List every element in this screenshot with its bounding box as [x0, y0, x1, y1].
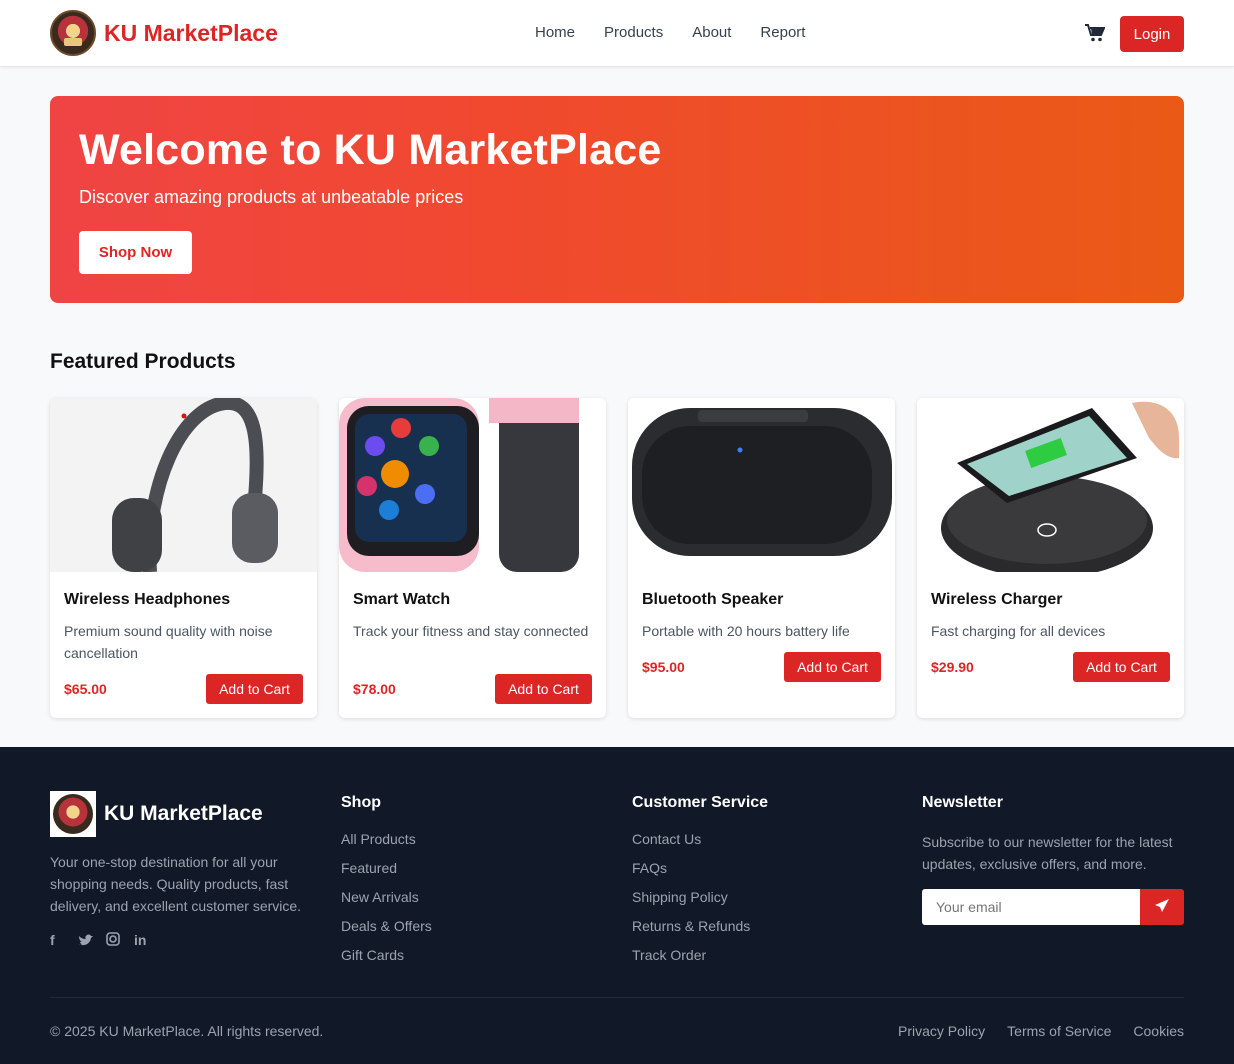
footer-link-new-arrivals[interactable]: New Arrivals: [341, 889, 432, 918]
copyright: © 2025 KU MarketPlace. All rights reserv…: [50, 1023, 324, 1039]
product-card-speaker[interactable]: Bluetooth Speaker Portable with 20 hours…: [628, 398, 895, 718]
footer-link-featured[interactable]: Featured: [341, 860, 432, 889]
brand-name: KU MarketPlace: [104, 19, 278, 46]
product-price: $65.00: [64, 681, 107, 697]
login-button[interactable]: Login: [1120, 16, 1184, 52]
footer-service-column: Customer Service Contact Us FAQs Shippin…: [632, 794, 768, 976]
cookies-link[interactable]: Cookies: [1133, 1023, 1184, 1039]
footer-shop-column: Shop All Products Featured New Arrivals …: [341, 794, 432, 976]
product-description: Premium sound quality with noise cancell…: [64, 623, 273, 661]
footer-service-title: Customer Service: [632, 794, 769, 811]
footer-divider: [50, 997, 1184, 998]
shop-now-button[interactable]: Shop Now: [79, 231, 192, 274]
privacy-policy-link[interactable]: Privacy Policy: [898, 1023, 985, 1039]
cart-icon[interactable]: [1085, 24, 1105, 42]
nav-report[interactable]: Report: [760, 24, 805, 41]
product-description: Fast charging for all devices: [931, 623, 1106, 639]
navbar: KU MarketPlace Home Products About Repor…: [0, 0, 1234, 67]
footer-link-all-products[interactable]: All Products: [341, 831, 432, 860]
newsletter-title: Newsletter: [922, 794, 1003, 811]
product-description: Track your fitness and stay connected: [353, 623, 589, 639]
newsletter-form: [922, 889, 1184, 925]
headphones-image: [50, 398, 317, 572]
footer-link-gift-cards[interactable]: Gift Cards: [341, 947, 432, 976]
instagram-icon[interactable]: [106, 932, 134, 948]
charger-image: [917, 398, 1184, 572]
product-description: Portable with 20 hours battery life: [642, 623, 850, 639]
hero-banner: Welcome to KU MarketPlace Discover amazi…: [50, 96, 1184, 303]
footer-brand-name: KU MarketPlace: [104, 802, 263, 825]
terms-of-service-link[interactable]: Terms of Service: [1007, 1023, 1111, 1039]
add-to-cart-button[interactable]: Add to Cart: [495, 674, 592, 704]
footer-link-track-order[interactable]: Track Order: [632, 947, 768, 976]
footer-link-deals[interactable]: Deals & Offers: [341, 918, 432, 947]
hero-subtitle: Discover amazing products at unbeatable …: [79, 187, 464, 207]
nav-home[interactable]: Home: [535, 24, 575, 41]
newsletter-submit-button[interactable]: [1140, 889, 1184, 925]
twitter-icon[interactable]: [78, 932, 106, 948]
main-menu: Home Products About Report: [535, 24, 834, 41]
product-card-headphones[interactable]: Wireless Headphones Premium sound qualit…: [50, 398, 317, 718]
nav-products[interactable]: Products: [604, 24, 663, 41]
footer: KU MarketPlace Your one-stop destination…: [0, 747, 1234, 1064]
footer-shop-title: Shop: [341, 794, 381, 811]
hero-title: Welcome to KU MarketPlace: [79, 126, 662, 174]
footer-about: Your one-stop destination for all your s…: [50, 854, 302, 914]
footer-link-contact[interactable]: Contact Us: [632, 831, 768, 860]
product-price: $78.00: [353, 681, 396, 697]
add-to-cart-button[interactable]: Add to Cart: [1073, 652, 1170, 682]
footer-brand[interactable]: KU MarketPlace: [50, 791, 263, 837]
newsletter-email-input[interactable]: [922, 889, 1140, 925]
paper-plane-icon: [1155, 898, 1169, 912]
logo: [50, 10, 96, 56]
product-name: Wireless Headphones: [64, 591, 231, 608]
footer-link-returns[interactable]: Returns & Refunds: [632, 918, 768, 947]
product-price: $95.00: [642, 659, 685, 675]
speaker-image: [628, 398, 895, 572]
footer-link-faqs[interactable]: FAQs: [632, 860, 768, 889]
brand[interactable]: KU MarketPlace: [50, 10, 278, 56]
smartwatch-image: [339, 398, 606, 572]
nav-about[interactable]: About: [692, 24, 731, 41]
footer-logo: [50, 791, 96, 837]
product-name: Wireless Charger: [931, 591, 1063, 608]
add-to-cart-button[interactable]: Add to Cart: [784, 652, 881, 682]
legal-links: Privacy Policy Terms of Service Cookies: [876, 1023, 1184, 1039]
linkedin-icon[interactable]: in: [134, 932, 162, 948]
footer-newsletter-column: Newsletter Subscribe to our newsletter f…: [922, 794, 1184, 875]
footer-link-shipping[interactable]: Shipping Policy: [632, 889, 768, 918]
product-price: $29.90: [931, 659, 974, 675]
product-name: Smart Watch: [353, 591, 451, 608]
add-to-cart-button[interactable]: Add to Cart: [206, 674, 303, 704]
product-card-charger[interactable]: Wireless Charger Fast charging for all d…: [917, 398, 1184, 718]
social-links: f in: [50, 932, 162, 948]
newsletter-text: Subscribe to our newsletter for the late…: [922, 834, 1173, 872]
product-name: Bluetooth Speaker: [642, 591, 784, 608]
facebook-icon[interactable]: f: [50, 932, 78, 948]
featured-title: Featured Products: [50, 350, 236, 373]
product-card-smartwatch[interactable]: Smart Watch Track your fitness and stay …: [339, 398, 606, 718]
